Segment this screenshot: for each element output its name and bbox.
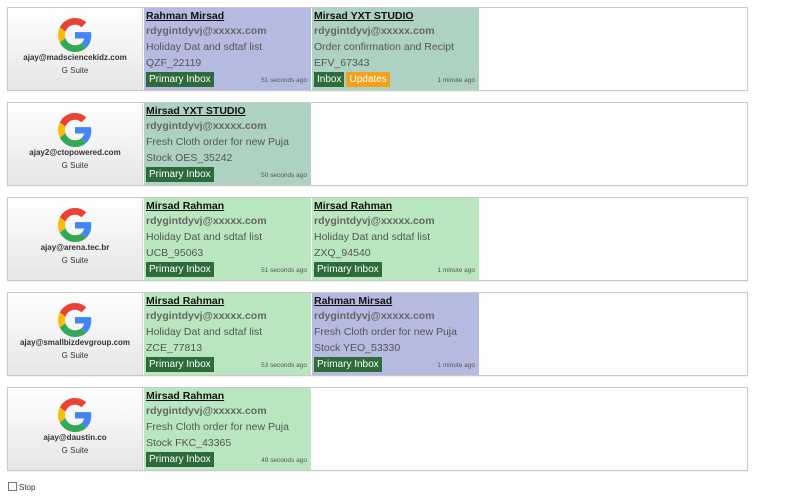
label-badge: Primary Inbox	[146, 167, 214, 182]
sender-name[interactable]: Mirsad Rahman	[146, 389, 309, 403]
timestamp: 50 seconds ago	[261, 172, 307, 179]
account-email: ajay2@ctopowered.com	[29, 148, 121, 157]
account-panel: ajay@madsciencekidz.com G Suite	[8, 8, 143, 90]
account-suite: G Suite	[61, 161, 89, 170]
email-card[interactable]: Mirsad Rahman rdygintdyvj@xxxxx.com Holi…	[144, 293, 311, 375]
email-card[interactable]: Rahman Mirsad rdygintdyvj@xxxxx.com Fres…	[312, 293, 479, 375]
sender-name[interactable]: Rahman Mirsad	[314, 294, 477, 308]
sender-address: rdygintdyvj@xxxxx.com	[314, 215, 435, 227]
account-email: ajay@madsciencekidz.com	[23, 53, 127, 62]
account-suite: G Suite	[61, 351, 89, 360]
label-group: Primary Inbox	[146, 449, 216, 467]
stop-checkbox[interactable]: Stop	[8, 482, 35, 492]
stop-label: Stop	[19, 483, 36, 492]
timestamp: 1 minute ago	[437, 77, 475, 84]
sender-address: rdygintdyvj@xxxxx.com	[146, 25, 267, 37]
sender-name[interactable]: Mirsad YXT STUDIO	[146, 104, 309, 118]
timestamp: 53 seconds ago	[261, 362, 307, 369]
email-card[interactable]: Mirsad YXT STUDIO rdygintdyvj@xxxxx.com …	[312, 8, 479, 90]
sender-address: rdygintdyvj@xxxxx.com	[314, 310, 435, 322]
account-panel: ajay@arena.tec.br G Suite	[8, 198, 143, 280]
account-row: ajay@daustin.co G Suite Mirsad Rahman rd…	[7, 387, 748, 471]
account-suite: G Suite	[61, 446, 89, 455]
account-row: ajay@arena.tec.br G Suite Mirsad Rahman …	[7, 197, 748, 281]
account-email: ajay@smallbizdevgroup.com	[19, 338, 131, 347]
email-card[interactable]: Mirsad YXT STUDIO rdygintdyvj@xxxxx.com …	[144, 103, 311, 185]
label-group: Primary Inbox	[146, 164, 216, 182]
account-panel: ajay@smallbizdevgroup.com G Suite	[8, 293, 143, 375]
label-badge: Primary Inbox	[146, 452, 214, 467]
email-subject: Holiday Dat and sdtaf list	[146, 231, 263, 243]
sender-address: rdygintdyvj@xxxxx.com	[146, 405, 267, 417]
email-subject: Holiday Dat and sdtaf list	[146, 41, 263, 53]
label-badge: Inbox	[314, 72, 345, 87]
sender-address: rdygintdyvj@xxxxx.com	[146, 310, 267, 322]
google-g-icon	[58, 18, 92, 52]
label-group: Primary Inbox	[314, 259, 384, 277]
account-email: ajay@daustin.co	[43, 433, 107, 442]
label-group: Primary Inbox	[146, 259, 216, 277]
email-card[interactable]: Mirsad Rahman rdygintdyvj@xxxxx.com Fres…	[144, 388, 311, 470]
email-card[interactable]: Mirsad Rahman rdygintdyvj@xxxxx.com Holi…	[144, 198, 311, 280]
sender-name[interactable]: Mirsad Rahman	[314, 199, 477, 213]
email-subject: Order confirmation and Recipt	[314, 41, 455, 53]
google-g-icon	[58, 303, 92, 337]
account-panel: ajay@daustin.co G Suite	[8, 388, 143, 470]
account-suite: G Suite	[61, 256, 89, 265]
sender-name[interactable]: Mirsad Rahman	[146, 199, 309, 213]
sender-name[interactable]: Rahman Mirsad	[146, 9, 309, 23]
account-panel: ajay2@ctopowered.com G Suite	[8, 103, 143, 185]
timestamp: 51 seconds ago	[261, 77, 307, 84]
account-suite: G Suite	[61, 66, 89, 75]
timestamp: 49 seconds ago	[261, 457, 307, 464]
label-group: Inbox Updates	[314, 69, 392, 87]
timestamp: 1 minute ago	[437, 362, 475, 369]
email-subject: Fresh Cloth order for new Puja	[314, 326, 457, 338]
account-list: ajay@madsciencekidz.com G Suite Rahman M…	[0, 0, 810, 500]
email-subject: Holiday Dat and sdtaf list	[146, 326, 263, 338]
timestamp: 51 seconds ago	[261, 267, 307, 274]
label-group: Primary Inbox	[146, 354, 216, 372]
sender-address: rdygintdyvj@xxxxx.com	[146, 120, 267, 132]
label-badge: Primary Inbox	[314, 357, 382, 372]
sender-name[interactable]: Mirsad Rahman	[146, 294, 309, 308]
checkbox-box[interactable]	[8, 482, 17, 491]
label-badge: Primary Inbox	[314, 262, 382, 277]
label-group: Primary Inbox	[146, 69, 216, 87]
google-g-icon	[58, 113, 92, 147]
label-badge: Primary Inbox	[146, 357, 214, 372]
email-subject: Fresh Cloth order for new Puja	[146, 136, 289, 148]
email-card[interactable]: Mirsad Rahman rdygintdyvj@xxxxx.com Holi…	[312, 198, 479, 280]
sender-address: rdygintdyvj@xxxxx.com	[314, 25, 435, 37]
sender-name[interactable]: Mirsad YXT STUDIO	[314, 9, 477, 23]
account-row: ajay@smallbizdevgroup.com G Suite Mirsad…	[7, 292, 748, 376]
account-row: ajay2@ctopowered.com G Suite Mirsad YXT …	[7, 102, 748, 186]
account-row: ajay@madsciencekidz.com G Suite Rahman M…	[7, 7, 748, 91]
sender-address: rdygintdyvj@xxxxx.com	[146, 215, 267, 227]
google-g-icon	[58, 208, 92, 242]
label-badge: Primary Inbox	[146, 262, 214, 277]
account-email: ajay@arena.tec.br	[40, 243, 110, 252]
label-badge: Primary Inbox	[146, 72, 214, 87]
email-subject: Holiday Dat and sdtaf list	[314, 231, 431, 243]
email-card[interactable]: Rahman Mirsad rdygintdyvj@xxxxx.com Holi…	[144, 8, 311, 90]
timestamp: 1 minute ago	[437, 267, 475, 274]
google-g-icon	[58, 398, 92, 432]
email-subject: Fresh Cloth order for new Puja	[146, 421, 289, 433]
label-group: Primary Inbox	[314, 354, 384, 372]
label-badge: Updates	[346, 72, 390, 87]
